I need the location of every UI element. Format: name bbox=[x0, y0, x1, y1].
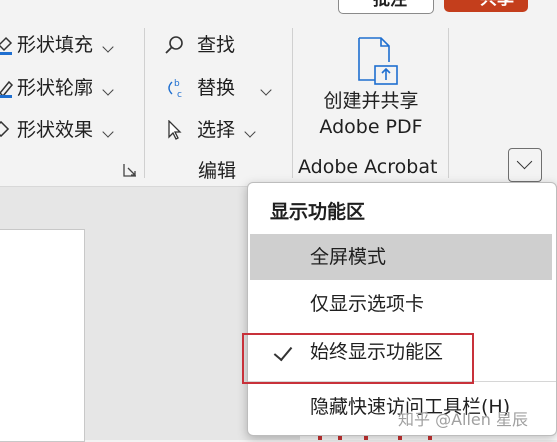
paint-bucket-icon bbox=[0, 36, 13, 55]
create-share-pdf-icon bbox=[358, 37, 398, 85]
chevron-down-icon bbox=[102, 41, 114, 53]
find-label: 查找 bbox=[197, 34, 236, 56]
find-button[interactable]: 查找 bbox=[164, 30, 254, 60]
chevron-down-icon bbox=[516, 153, 533, 170]
editing-group-label: 编辑 bbox=[198, 160, 237, 182]
search-icon bbox=[165, 36, 183, 54]
shape-effects-label: 形状效果 bbox=[17, 119, 94, 141]
pen-icon bbox=[0, 80, 14, 98]
slide-canvas[interactable] bbox=[0, 229, 85, 442]
group-separator bbox=[292, 28, 293, 178]
group-separator bbox=[144, 28, 145, 178]
replace-icon: b c bbox=[168, 79, 182, 98]
shape-effects-icon bbox=[0, 120, 10, 138]
shape-fill-label: 形状填充 bbox=[17, 34, 94, 56]
menu-header: 显示功能区 bbox=[270, 201, 366, 223]
shape-outline-button[interactable]: 形状轮廓 bbox=[0, 73, 130, 103]
watermark: 知乎 @Allen 星辰 bbox=[398, 410, 528, 429]
cursor-arrow-icon bbox=[168, 120, 182, 140]
replace-button[interactable]: b c 替换 bbox=[164, 73, 274, 103]
dialog-launcher-icon[interactable] bbox=[123, 163, 137, 177]
comments-button[interactable]: 批注 bbox=[338, 0, 434, 14]
replace-label: 替换 bbox=[197, 77, 236, 99]
select-button[interactable]: 选择 bbox=[164, 115, 260, 145]
chevron-down-icon bbox=[102, 126, 114, 138]
shape-outline-label: 形状轮廓 bbox=[17, 77, 94, 99]
create-share-pdf-label-line2: Adobe PDF bbox=[319, 116, 423, 138]
group-separator bbox=[448, 28, 449, 178]
ribbon: 批注 共享 形状填充 形状轮廓 形状效果 bbox=[0, 0, 557, 186]
svg-text:b: b bbox=[174, 79, 180, 89]
comments-button-label: 批注 bbox=[373, 0, 407, 10]
chevron-down-icon bbox=[102, 84, 114, 96]
acrobat-group-label: Adobe Acrobat bbox=[298, 156, 438, 178]
highlight-box bbox=[242, 333, 474, 384]
ribbon-display-options-menu: 显示功能区 全屏模式 仅显示选项卡 始终显示功能区 隐藏快速访问工具栏(H) bbox=[247, 182, 557, 436]
chevron-down-icon bbox=[260, 84, 272, 96]
menu-item-show-tabs-only[interactable]: 仅显示选项卡 bbox=[250, 281, 552, 327]
share-button-label: 共享 bbox=[480, 0, 514, 12]
shape-fill-button[interactable]: 形状填充 bbox=[0, 30, 130, 60]
create-share-pdf-button[interactable]: 创建并共享 Adobe PDF bbox=[318, 88, 424, 140]
ribbon-display-options-button[interactable] bbox=[508, 148, 542, 182]
chevron-down-icon bbox=[244, 126, 256, 138]
menu-item-label: 全屏模式 bbox=[310, 246, 387, 268]
share-button[interactable]: 共享 bbox=[444, 0, 528, 12]
shape-effects-button[interactable]: 形状效果 bbox=[0, 115, 130, 145]
create-share-pdf-label-line1: 创建并共享 bbox=[323, 90, 419, 112]
svg-text:c: c bbox=[177, 90, 182, 98]
menu-item-label: 仅显示选项卡 bbox=[310, 293, 425, 315]
menu-item-full-screen[interactable]: 全屏模式 bbox=[250, 234, 552, 280]
select-label: 选择 bbox=[197, 119, 236, 141]
